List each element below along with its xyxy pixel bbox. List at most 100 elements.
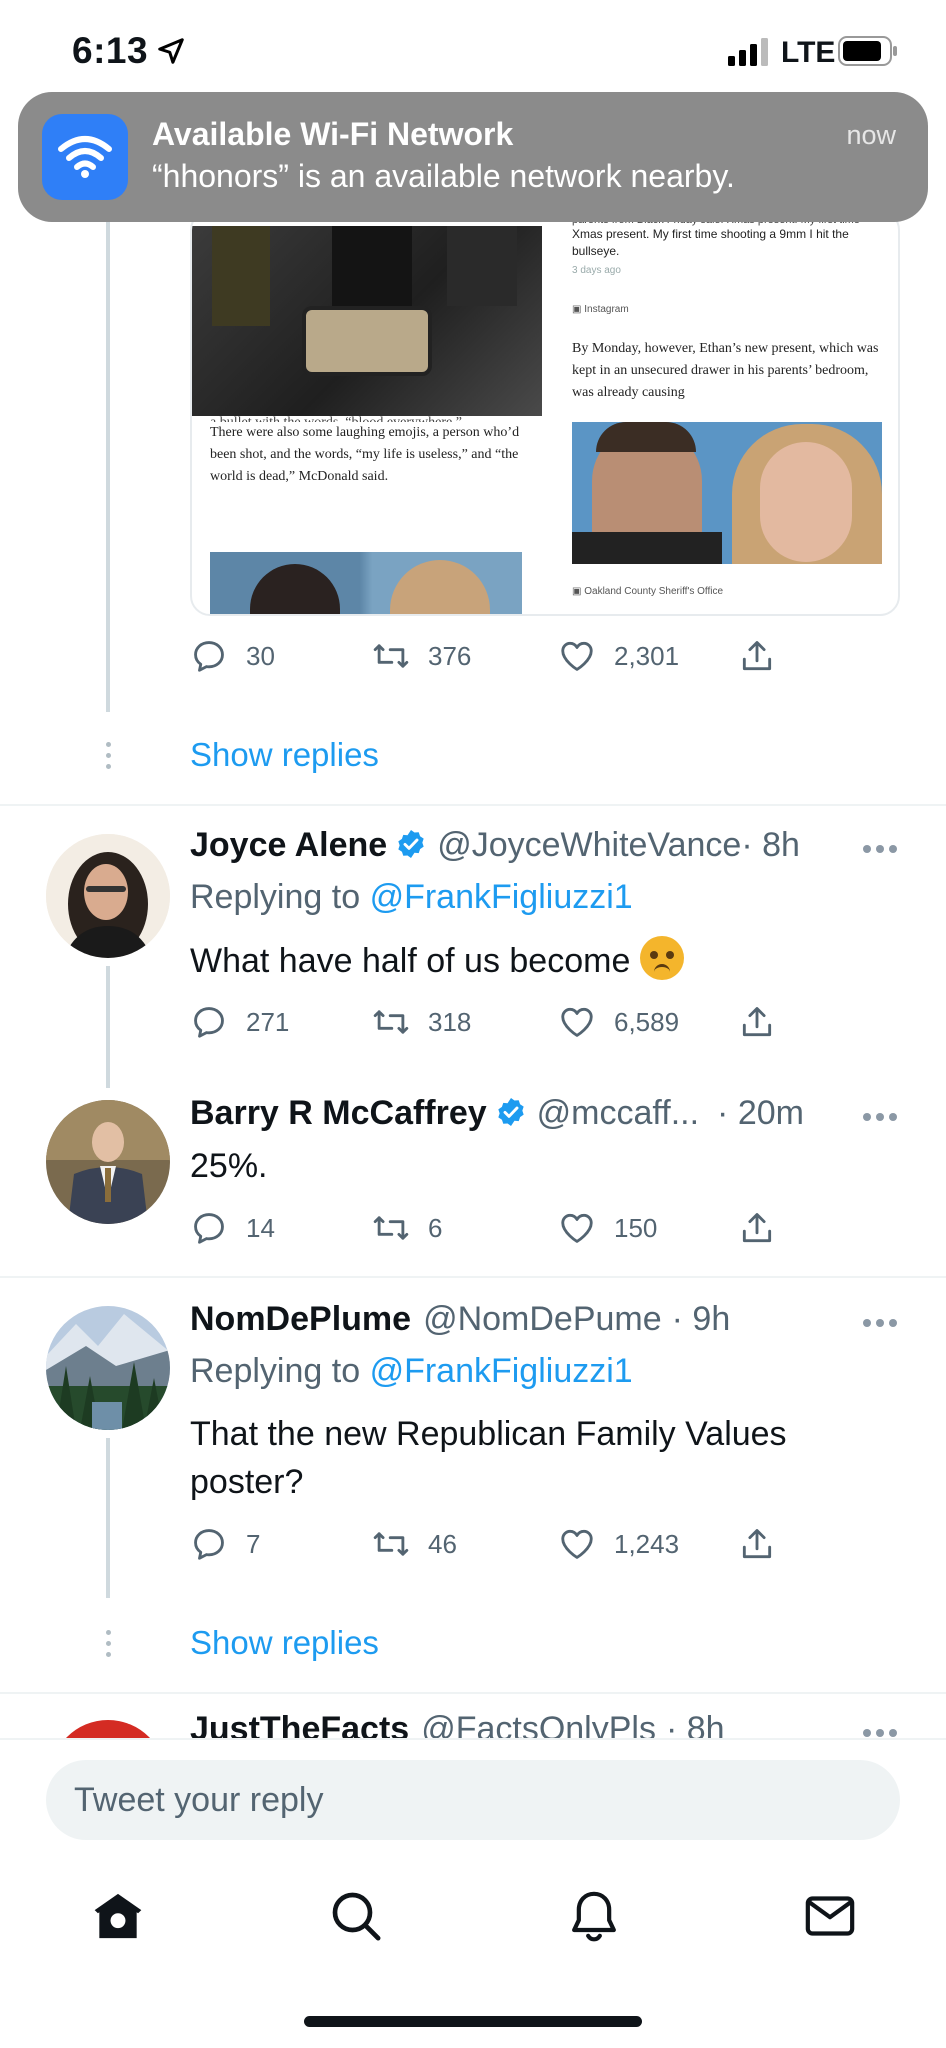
status-time: 6:13 xyxy=(72,30,149,71)
tweet-actions: 7 46 1,243 xyxy=(190,1520,790,1568)
tweet-body: What have half of us become xyxy=(190,942,631,980)
article-text-left-partial: a bullet with the words, “blood everywhe… xyxy=(210,412,540,422)
like-button[interactable]: 150 xyxy=(558,1204,657,1252)
like-button[interactable]: 1,243 xyxy=(558,1520,679,1568)
tweet-actions: 30 376 2,301 xyxy=(190,632,790,680)
reply-button[interactable]: 30 xyxy=(190,632,275,680)
reply-input[interactable] xyxy=(46,1760,900,1840)
retweet-count: 6 xyxy=(428,1212,443,1243)
more-options-icon[interactable] xyxy=(862,844,898,854)
tweet-actions: 14 6 150 xyxy=(190,1204,790,1252)
retweet-count: 318 xyxy=(428,1006,472,1037)
tweet-text: 25%. xyxy=(190,1147,268,1185)
reply-icon xyxy=(194,641,224,672)
share-button[interactable] xyxy=(738,1520,794,1568)
retweet-button[interactable]: 318 xyxy=(372,998,471,1046)
reply-icon xyxy=(194,1213,224,1244)
retweet-icon xyxy=(373,1532,409,1556)
mugshot-man-hair xyxy=(596,422,696,452)
avatar[interactable] xyxy=(46,834,170,958)
reply-count: 7 xyxy=(246,1528,261,1559)
share-button[interactable] xyxy=(738,998,794,1046)
author-handle[interactable]: @FactsOnlyPls xyxy=(421,1710,656,1738)
magazine xyxy=(447,226,517,306)
share-icon xyxy=(742,1007,772,1037)
mugshot-man-shirt xyxy=(572,532,722,564)
author-name[interactable]: NomDePlume xyxy=(190,1300,411,1338)
replying-to: Replying to @FrankFigliuzzi1 xyxy=(190,878,633,917)
avatar-joyce xyxy=(46,834,170,958)
wifi-glyph xyxy=(58,136,112,178)
share-button[interactable] xyxy=(738,632,794,680)
avatar[interactable] xyxy=(46,1100,170,1224)
author-name[interactable]: JustTheFacts xyxy=(190,1710,409,1738)
mugshot-woman-face xyxy=(760,442,852,562)
suspect-photos-right xyxy=(572,422,882,564)
reply-count: 30 xyxy=(246,640,275,671)
retweet-icon xyxy=(373,1010,409,1034)
photo-credit-label: Oakland County Sheriff's Office xyxy=(584,586,724,597)
avatar[interactable] xyxy=(50,1720,166,1738)
more-options-icon[interactable] xyxy=(862,1112,898,1122)
verified-badge-icon xyxy=(498,1098,524,1126)
thread-line xyxy=(106,1438,110,1598)
reply-button[interactable]: 7 xyxy=(190,1520,260,1568)
replying-to-label: Replying to xyxy=(190,878,361,916)
retweet-button[interactable]: 46 xyxy=(372,1520,457,1568)
more-options-icon[interactable] xyxy=(862,1728,898,1738)
retweet-count: 46 xyxy=(428,1528,457,1559)
heart-icon xyxy=(561,1213,593,1243)
reply-button[interactable]: 14 xyxy=(190,1204,275,1252)
divider xyxy=(0,804,946,806)
like-button[interactable]: 2,301 xyxy=(558,632,679,680)
avatar-nomdeplume xyxy=(46,1306,170,1430)
reply-button[interactable]: 271 xyxy=(190,998,289,1046)
avatar-barry xyxy=(46,1100,170,1224)
tweet-media-card[interactable]: a bullet with the words, “blood everywhe… xyxy=(190,210,900,616)
cellular-signal-icon xyxy=(728,38,768,66)
show-replies-link[interactable]: Show replies xyxy=(190,1624,379,1662)
wifi-notification-banner[interactable]: Available Wi-Fi Network “hhonors” is an … xyxy=(18,92,928,222)
retweet-button[interactable]: 6 xyxy=(372,1204,442,1252)
search-icon[interactable] xyxy=(328,1888,384,1944)
notifications-icon[interactable] xyxy=(566,1888,622,1944)
article-text-left-body: There were also some laughing emojis, a … xyxy=(210,425,520,484)
tweet-header: Barry R McCaffrey @mccaff... · 20m xyxy=(190,1094,804,1133)
avatar[interactable] xyxy=(46,1306,170,1430)
more-options-icon[interactable] xyxy=(862,1318,898,1328)
like-count: 2,301 xyxy=(614,640,680,671)
share-icon xyxy=(742,1213,772,1243)
replying-to-mention[interactable]: @FrankFigliuzzi1 xyxy=(370,1352,633,1390)
reply-icon xyxy=(194,1529,224,1560)
author-name[interactable]: Joyce Alene xyxy=(190,826,387,864)
show-replies-link[interactable]: Show replies xyxy=(190,736,379,774)
photo-credit: ▣ Oakland County Sheriff's Office xyxy=(572,586,723,597)
reply-count: 14 xyxy=(246,1212,275,1243)
retweet-icon xyxy=(373,1216,409,1240)
angry-face-emoji-icon xyxy=(640,936,685,980)
thread-continuation-dots xyxy=(104,1630,112,1663)
share-button[interactable] xyxy=(738,1204,794,1252)
home-icon[interactable] xyxy=(90,1888,146,1944)
instagram-source: ▣ Instagram xyxy=(572,304,629,315)
replying-to-mention[interactable]: @FrankFigliuzzi1 xyxy=(370,878,633,916)
author-handle[interactable]: @JoyceWhiteVance xyxy=(437,826,741,864)
instagram-label: Instagram xyxy=(584,304,629,315)
author-handle[interactable]: @NomDePume xyxy=(423,1300,662,1338)
author-name[interactable]: Barry R McCaffrey xyxy=(190,1094,487,1132)
gun-box-label xyxy=(212,226,270,326)
home-indicator[interactable] xyxy=(304,2016,642,2027)
battery-icon xyxy=(838,36,897,66)
replying-to-label: Replying to xyxy=(190,1352,361,1390)
article-text-left: a bullet with the words, “blood everywhe… xyxy=(210,412,540,488)
like-count: 150 xyxy=(614,1212,658,1243)
thread-line xyxy=(106,966,110,1088)
messages-icon[interactable] xyxy=(802,1888,858,1944)
retweet-button[interactable]: 376 xyxy=(372,632,471,680)
like-button[interactable]: 6,589 xyxy=(558,998,679,1046)
divider xyxy=(0,1276,946,1278)
author-handle[interactable]: @mccaff... xyxy=(537,1094,699,1132)
verified-badge-icon xyxy=(398,830,424,858)
partial-tweet[interactable]: JustTheFacts @FactsOnlyPls · 8h xyxy=(0,1680,946,1738)
network-type-label: LTE xyxy=(781,36,836,69)
